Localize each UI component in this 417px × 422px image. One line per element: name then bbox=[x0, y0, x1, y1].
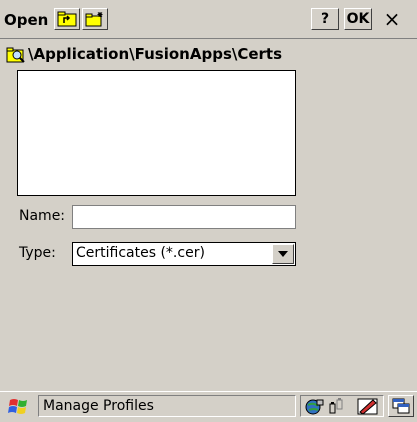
chevron-down-icon bbox=[278, 251, 288, 257]
type-select[interactable]: Certificates (*.cer) bbox=[72, 242, 296, 266]
start-button[interactable] bbox=[6, 396, 34, 418]
battery-icon[interactable] bbox=[328, 398, 344, 415]
task-manage-profiles[interactable]: Manage Profiles bbox=[38, 395, 296, 417]
new-folder-button[interactable] bbox=[82, 8, 108, 30]
current-path: \Application\FusionApps\Certs bbox=[0, 44, 417, 66]
help-button[interactable]: ? bbox=[311, 8, 339, 30]
file-list[interactable] bbox=[17, 70, 296, 196]
desktop-button[interactable] bbox=[388, 395, 414, 417]
task-label: Manage Profiles bbox=[43, 398, 154, 414]
ok-button[interactable]: OK bbox=[344, 8, 372, 30]
type-select-value: Certificates (*.cer) bbox=[76, 245, 205, 261]
ok-button-label: OK bbox=[346, 11, 370, 27]
up-folder-button[interactable] bbox=[54, 8, 80, 30]
path-text: \Application\FusionApps\Certs bbox=[28, 45, 283, 63]
name-input[interactable] bbox=[72, 205, 296, 229]
window-title: Open bbox=[4, 11, 49, 29]
close-icon: × bbox=[383, 7, 401, 31]
name-label: Name: bbox=[19, 208, 66, 224]
title-bar: Open ? OK × bbox=[0, 0, 417, 39]
desktop-icon bbox=[392, 398, 410, 414]
pen-input-icon[interactable] bbox=[357, 396, 379, 416]
up-folder-icon bbox=[57, 11, 77, 27]
type-dropdown-button[interactable] bbox=[272, 244, 294, 264]
windows-flag-icon bbox=[8, 399, 27, 414]
network-icon[interactable] bbox=[305, 398, 325, 415]
type-label: Type: bbox=[19, 245, 56, 261]
help-button-label: ? bbox=[320, 11, 330, 27]
folder-search-icon bbox=[6, 47, 25, 63]
close-button[interactable]: × bbox=[378, 7, 406, 31]
taskbar: Manage Profiles bbox=[0, 391, 417, 420]
new-folder-icon bbox=[85, 12, 103, 27]
system-tray bbox=[300, 395, 384, 417]
